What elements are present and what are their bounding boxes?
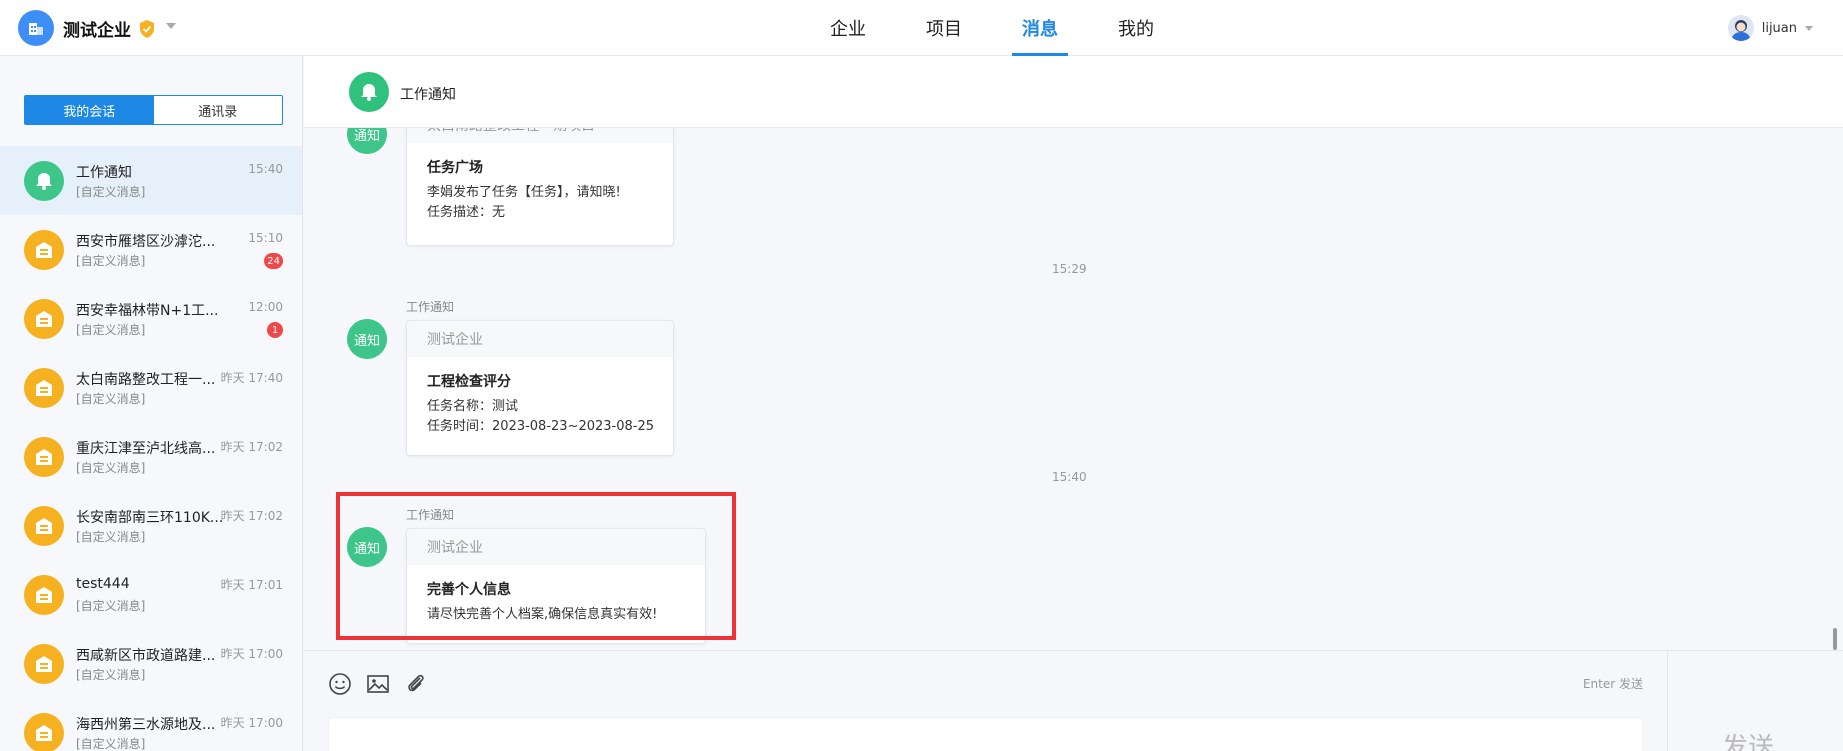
conversation-name: 西安幸福林带N+1工... xyxy=(76,303,219,319)
conversation-name: 工作通知 xyxy=(76,165,132,181)
message-card[interactable]: 太白南路整改工程一期项目 任务广场 李娟发布了任务【任务】，请知晓! 任务描述：… xyxy=(406,128,674,246)
conversation-name: 重庆江津至泸北线高... xyxy=(76,441,216,457)
card-line: 李娟发布了任务【任务】，请知晓! xyxy=(427,185,621,200)
card-source: 测试企业 xyxy=(407,321,673,357)
conversation-name: 西咸新区市政道路建... xyxy=(76,648,216,664)
project-building-icon xyxy=(24,644,64,684)
main-nav: 企业 项目 消息 我的 xyxy=(800,0,1184,56)
conversation-item[interactable]: 工作通知 [自定义消息] 15:40 xyxy=(0,146,302,215)
project-building-icon xyxy=(24,713,64,751)
unread-badge: 24 xyxy=(264,253,283,269)
conversation-preview: [自定义消息] xyxy=(76,599,146,613)
user-avatar xyxy=(1727,15,1754,41)
conversation-item[interactable]: 海西州第三水源地及... [自定义消息] 昨天 17:00 xyxy=(0,698,302,751)
card-source: 太白南路整改工程一期项目 xyxy=(407,128,673,143)
conversation-item[interactable]: 西咸新区市政道路建... [自定义消息] 昨天 17:00 xyxy=(0,629,302,698)
company-dropdown-chevron-icon[interactable] xyxy=(166,23,176,29)
tab-contacts[interactable]: 通讯录 xyxy=(154,96,283,124)
conversation-name: 西安市雁塔区沙滹沱... xyxy=(76,234,216,250)
project-building-icon xyxy=(24,230,64,270)
time-separator: 15:29 xyxy=(1052,262,1087,276)
conversation-time: 12:00 xyxy=(248,300,283,314)
send-panel: 发送 xyxy=(1667,650,1843,751)
username: lijuan xyxy=(1761,20,1797,36)
conversation-item[interactable]: 太白南路整改工程一... [自定义消息] 昨天 17:40 xyxy=(0,353,302,422)
user-dropdown-chevron-icon[interactable] xyxy=(1805,25,1813,31)
project-building-icon xyxy=(24,575,64,615)
conversation-time: 昨天 17:01 xyxy=(220,578,283,592)
card-title: 任务广场 xyxy=(427,160,483,176)
conversation-item[interactable]: 西安幸福林带N+1工... [自定义消息] 12:00 1 xyxy=(0,284,302,353)
nav-enterprise[interactable]: 企业 xyxy=(800,0,896,56)
card-line: 任务名称：测试 xyxy=(427,399,519,414)
conversation-preview: [自定义消息] xyxy=(76,461,146,475)
enter-send-hint: Enter 发送 xyxy=(1582,677,1643,691)
project-building-icon xyxy=(24,299,64,339)
conversation-preview: [自定义消息] xyxy=(76,668,146,682)
message-scrollbar[interactable] xyxy=(1833,628,1837,650)
message-card[interactable]: 测试企业 工程检查评分 任务名称：测试 任务时间：2023-08-23~2023… xyxy=(406,320,674,456)
highlight-box xyxy=(336,492,736,640)
conversation-time: 15:40 xyxy=(248,162,283,176)
project-building-icon xyxy=(24,368,64,408)
conversation-time: 昨天 17:02 xyxy=(220,440,283,454)
conversation-preview: [自定义消息] xyxy=(76,254,146,268)
conversation-preview: [自定义消息] xyxy=(76,530,146,544)
chat-title: 工作通知 xyxy=(400,87,456,103)
send-button[interactable]: 发送 xyxy=(1722,727,1774,751)
bell-icon xyxy=(24,161,64,201)
conversation-name: test444 xyxy=(76,576,130,592)
conversation-item[interactable]: test444 [自定义消息] 昨天 17:01 xyxy=(0,560,302,629)
unread-badge: 1 xyxy=(267,322,283,338)
chat-header: 工作通知 xyxy=(304,56,1843,128)
card-line: 任务时间：2023-08-23~2023-08-25 xyxy=(427,419,654,434)
conversation-sidebar: 我的会话 通讯录 工作通知 [自定义消息] 15:40 西安市雁塔区沙滹沱... [自定… xyxy=(0,56,303,751)
conversation-time: 昨天 17:00 xyxy=(220,716,283,730)
conversation-preview: [自定义消息] xyxy=(76,323,146,337)
notice-avatar: 通知 xyxy=(347,128,387,154)
project-building-icon xyxy=(24,437,64,477)
card-title: 工程检查评分 xyxy=(427,374,511,390)
image-icon[interactable] xyxy=(366,672,390,696)
conversation-item[interactable]: 西安市雁塔区沙滹沱... [自定义消息] 15:10 24 xyxy=(0,215,302,284)
sidebar-tab-switch: 我的会话 通讯录 xyxy=(24,95,283,125)
conversation-time: 昨天 17:00 xyxy=(220,647,283,661)
conversation-preview: [自定义消息] xyxy=(76,392,146,406)
emoji-icon[interactable] xyxy=(328,672,352,696)
user-menu[interactable]: lijuan xyxy=(1727,15,1813,41)
input-toolbar xyxy=(328,672,428,696)
message-input[interactable] xyxy=(328,717,1643,751)
top-bar: 测试企业 企业 项目 消息 我的 lijuan xyxy=(0,0,1843,56)
attachment-icon[interactable] xyxy=(404,672,428,696)
conversation-item[interactable]: 重庆江津至泸北线高... [自定义消息] 昨天 17:02 xyxy=(0,422,302,491)
conversation-name: 海西州第三水源地及... xyxy=(76,717,216,733)
nav-projects[interactable]: 项目 xyxy=(896,0,992,56)
nav-messages[interactable]: 消息 xyxy=(992,0,1088,56)
conversation-name: 长安南部南三环110K... xyxy=(76,510,224,526)
verified-shield-icon xyxy=(138,19,156,43)
conversation-preview: [自定义消息] xyxy=(76,737,146,751)
conversation-time: 昨天 17:40 xyxy=(220,371,283,385)
message-sender: 工作通知 xyxy=(406,300,455,314)
project-building-icon xyxy=(24,506,64,546)
tab-my-conversations[interactable]: 我的会话 xyxy=(25,96,154,124)
conversation-list: 工作通知 [自定义消息] 15:40 西安市雁塔区沙滹沱... [自定义消息] 15:10… xyxy=(0,146,302,751)
notice-avatar: 通知 xyxy=(347,319,387,359)
nav-mine[interactable]: 我的 xyxy=(1088,0,1184,56)
conversation-item[interactable]: 长安南部南三环110K... [自定义消息] 昨天 17:02 xyxy=(0,491,302,560)
conversation-name: 太白南路整改工程一... xyxy=(76,372,216,388)
company-name[interactable]: 测试企业 xyxy=(63,16,131,41)
card-line: 任务描述：无 xyxy=(427,205,506,220)
chat-bell-avatar-icon xyxy=(349,72,389,112)
message-input-area: Enter 发送 xyxy=(304,650,1667,751)
company-logo-icon[interactable] xyxy=(18,10,54,46)
conversation-time: 昨天 17:02 xyxy=(220,509,283,523)
conversation-preview: [自定义消息] xyxy=(76,185,146,199)
time-separator: 15:40 xyxy=(1052,470,1087,484)
conversation-time: 15:10 xyxy=(248,231,283,245)
